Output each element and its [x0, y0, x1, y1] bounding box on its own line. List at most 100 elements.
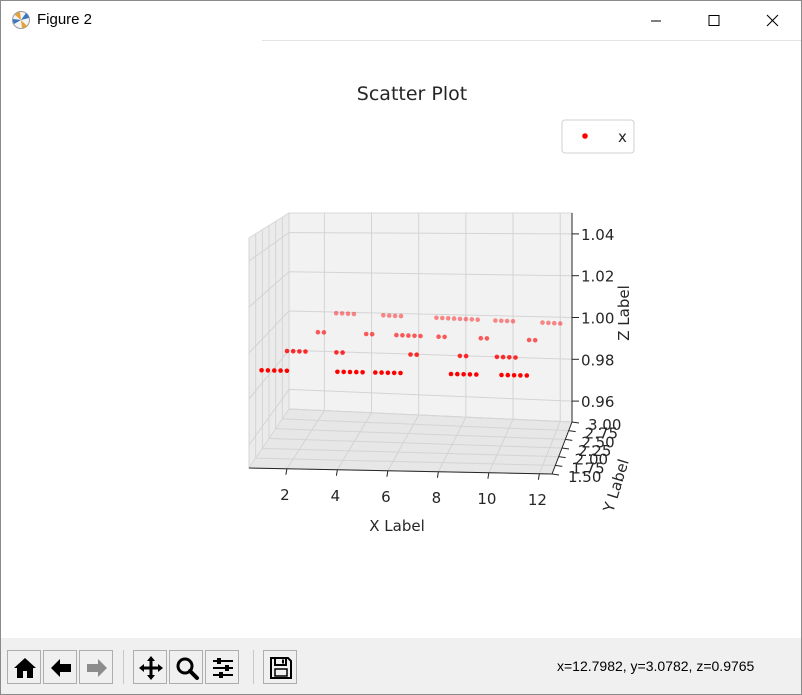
x-tick-label: 2 — [280, 486, 290, 504]
scatter-point — [463, 353, 469, 359]
scatter-point — [333, 310, 339, 316]
z-tick-label: 0.98 — [581, 351, 614, 369]
back-button[interactable] — [43, 650, 77, 684]
scatter-point — [504, 318, 510, 324]
scatter-point — [540, 320, 545, 325]
x-tick-mark — [537, 473, 540, 480]
scatter-point — [463, 316, 469, 322]
z-tick-label: 1.02 — [581, 268, 614, 286]
scatter-point — [552, 320, 557, 326]
scatter-point — [339, 311, 345, 316]
z-axis-label: Z Label — [615, 285, 633, 341]
scatter-point — [524, 373, 530, 378]
x-tick-label: 10 — [477, 490, 496, 508]
y-tick-mark — [571, 421, 580, 424]
axes-3d[interactable]: 2 4 6 8 10 121.501.752.002.252.502.753.000.96… — [248, 212, 633, 535]
figure-window: Figure 2 Scatter Plot 2 4 6 8 10 12 1.50 1.75 2.… — [0, 0, 802, 695]
z-tick-label: 1.04 — [581, 226, 614, 244]
maximize-icon — [708, 15, 720, 26]
scatter-point — [386, 313, 392, 318]
zoom-button[interactable] — [169, 650, 203, 684]
magnifier-icon — [176, 657, 199, 680]
chart-title: Scatter Plot — [357, 83, 467, 105]
scatter-point — [369, 331, 375, 337]
scatter-point — [507, 355, 512, 360]
scatter-point — [457, 316, 463, 322]
x-tick-mark — [335, 469, 338, 476]
arrow-left-icon — [51, 659, 71, 677]
scatter-point — [297, 349, 302, 354]
y-tick-mark — [561, 447, 570, 450]
title-bar[interactable]: Figure 2 — [1, 1, 801, 40]
pan-button[interactable] — [133, 650, 167, 684]
y-tick-mark — [568, 430, 576, 433]
scatter-point — [385, 370, 391, 376]
scatter-point — [381, 313, 386, 318]
minimize-button[interactable] — [627, 1, 685, 40]
legend-marker — [582, 133, 588, 139]
back-pane — [288, 212, 573, 423]
legend[interactable]: x — [561, 119, 635, 154]
scatter-point — [494, 354, 500, 360]
scatter-point — [391, 370, 397, 376]
scatter-point — [303, 349, 308, 354]
scatter-point — [518, 373, 523, 378]
scatter-point — [351, 311, 357, 317]
scatter-point — [414, 352, 420, 358]
toolbar-separator — [253, 650, 254, 684]
scatter-point — [511, 373, 517, 378]
x-tick-label: 12 — [528, 491, 547, 509]
forward-button[interactable] — [79, 650, 113, 684]
y-tick-mark — [558, 456, 566, 459]
home-button[interactable] — [7, 650, 41, 684]
scatter-point — [499, 372, 504, 378]
scatter-point — [455, 371, 460, 377]
scatter-point — [500, 354, 506, 360]
scatter-point — [373, 370, 378, 375]
scatter-point — [315, 329, 321, 335]
scatter-point — [335, 369, 340, 375]
y-tick-mark — [565, 438, 573, 441]
configure-subplots-button[interactable] — [205, 650, 239, 684]
scatter-point — [474, 372, 479, 377]
y-tick-label: 3.00 — [588, 416, 621, 434]
scatter-point — [259, 368, 264, 373]
scatter-point — [394, 332, 399, 338]
scatter-point — [334, 350, 339, 355]
scatter-point — [461, 372, 466, 377]
y-tick-mark — [555, 464, 563, 467]
scatter-point — [340, 350, 345, 355]
scatter-point — [418, 333, 423, 339]
scatter-point — [434, 315, 439, 321]
scatter-point — [360, 370, 365, 375]
close-button[interactable] — [743, 1, 801, 40]
maximize-button[interactable] — [685, 1, 743, 40]
scatter-point — [505, 372, 511, 378]
y-tick-mark — [551, 473, 560, 476]
scatter-point — [272, 368, 277, 373]
x-tick-mark — [436, 471, 439, 478]
save-button[interactable] — [263, 650, 297, 684]
scatter-point — [457, 353, 463, 359]
legend-label: x — [618, 128, 627, 146]
scatter-point — [478, 335, 484, 341]
sliders-icon — [213, 658, 233, 678]
scatter-point — [341, 369, 347, 375]
scatter-point — [436, 334, 441, 340]
scatter-point — [451, 316, 457, 321]
scatter-point — [392, 313, 398, 319]
scatter-point — [363, 331, 369, 337]
scatter-point — [513, 355, 518, 360]
scatter-point — [398, 313, 404, 319]
scatter-point — [467, 372, 473, 377]
scatter-point — [406, 333, 411, 338]
scatter-point — [408, 352, 413, 357]
figure-canvas[interactable]: Scatter Plot 2 4 6 8 10 121.501.752.002.252.5… — [1, 41, 801, 638]
scatter-point — [484, 336, 490, 341]
matplotlib-logo-icon — [12, 11, 30, 29]
scatter-point — [510, 319, 516, 324]
scatter-point — [347, 369, 353, 375]
scatter-point — [412, 333, 417, 339]
x-tick-label: 6 — [381, 488, 391, 506]
scatter-point — [546, 320, 551, 326]
